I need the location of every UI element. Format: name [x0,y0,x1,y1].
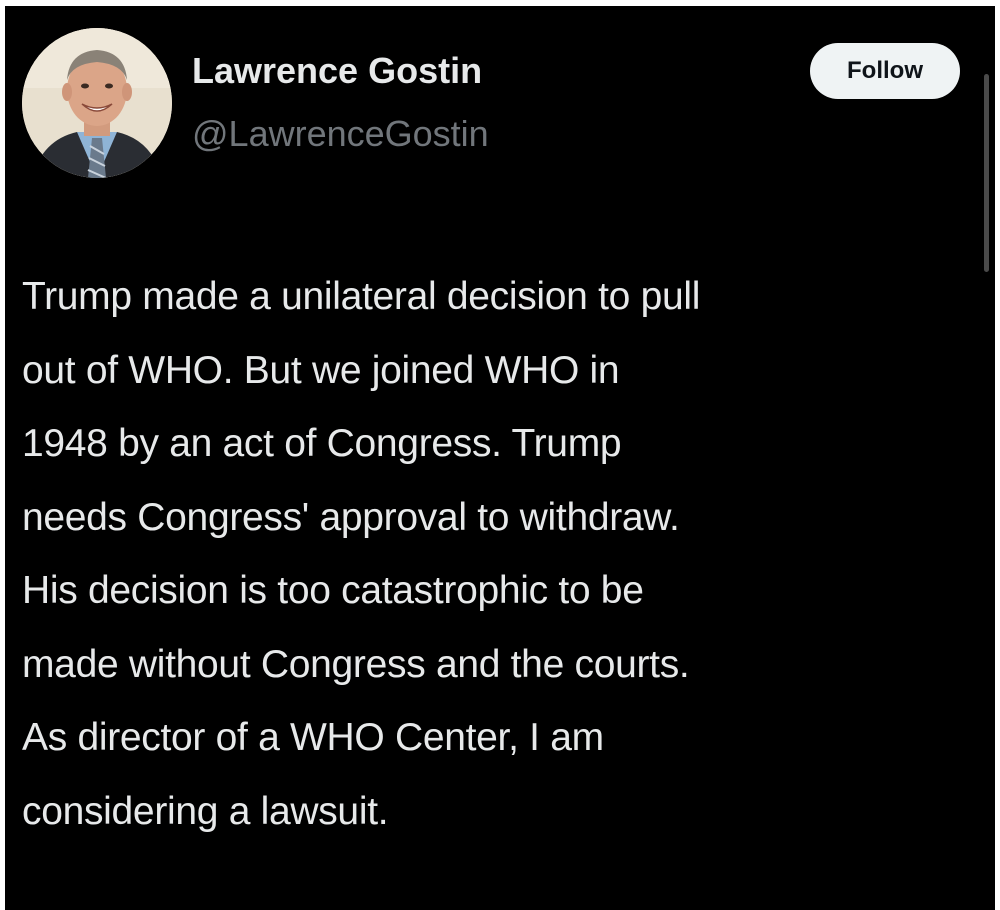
follow-button[interactable]: Follow [810,43,960,99]
avatar[interactable] [22,28,172,178]
tweet-text: Trump made a unilateral decision to pull… [22,275,701,833]
profile-photo-icon [22,28,172,178]
author-handle[interactable]: @LawrenceGostin [192,113,489,155]
author-display-name[interactable]: Lawrence Gostin [192,50,482,92]
scrollbar[interactable] [984,74,989,272]
tweet-card: Lawrence Gostin @LawrenceGostin Follow T… [5,6,995,910]
